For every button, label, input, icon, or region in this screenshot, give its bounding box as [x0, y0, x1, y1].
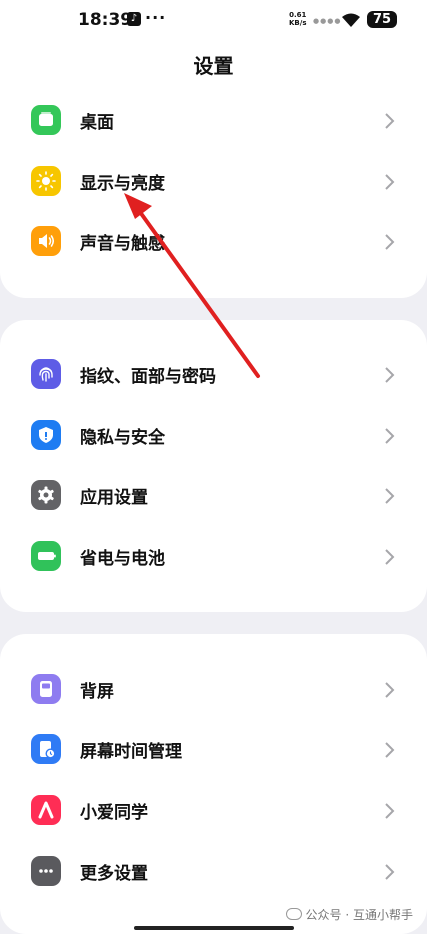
fingerprint-icon: [31, 359, 61, 389]
settings-item-desktop[interactable]: 桌面: [0, 93, 427, 149]
page-title: 设置: [193, 54, 234, 78]
settings-item-fingerprint-face-password[interactable]: 指纹、面部与密码: [0, 347, 427, 403]
sun-icon: [31, 166, 61, 196]
settings-group-2: 指纹、面部与密码 隐私与安全 应用设置 省电与电池: [0, 320, 427, 612]
settings-item-label: 屏幕时间管理: [80, 742, 182, 762]
more-notifications-icon: ···: [145, 8, 167, 27]
status-time: 18:39: [78, 10, 133, 30]
settings-item-label: 应用设置: [80, 488, 148, 508]
shield-icon: [31, 420, 61, 450]
settings-item-label: 省电与电池: [80, 549, 165, 569]
chevron-right-icon: [385, 864, 395, 880]
settings-screen: 18:39 ♪ ··· 0.61 KB/s ●●●● 75 设置 桌面 显示与亮…: [0, 0, 427, 934]
settings-item-label: 背屏: [80, 682, 114, 702]
settings-item-sound-haptics[interactable]: 声音与触感: [0, 214, 427, 270]
settings-item-more-settings[interactable]: 更多设置: [0, 844, 427, 900]
chevron-right-icon: [385, 174, 395, 190]
screen-time-icon: [31, 734, 61, 764]
settings-item-label: 桌面: [80, 113, 114, 133]
settings-item-screen-time[interactable]: 屏幕时间管理: [0, 722, 427, 778]
network-speed: 0.61 KB/s: [289, 11, 306, 27]
watermark: 公众号 · 互通小帮手: [285, 906, 413, 923]
desktop-icon: [31, 105, 61, 135]
settings-item-xiaoai[interactable]: 小爱同学: [0, 783, 427, 839]
network-speed-unit: KB/s: [289, 19, 307, 27]
settings-item-label: 更多设置: [80, 864, 148, 884]
settings-item-label: 指纹、面部与密码: [80, 367, 216, 387]
speaker-icon: [31, 226, 61, 256]
status-bar: 18:39 ♪ ··· 0.61 KB/s ●●●● 75: [0, 0, 427, 40]
network-speed-value: 0.61: [289, 11, 307, 19]
signal-icon: ●●●●: [313, 17, 342, 25]
settings-item-app-settings[interactable]: 应用设置: [0, 468, 427, 524]
chevron-right-icon: [385, 234, 395, 250]
chevron-right-icon: [385, 488, 395, 504]
home-indicator[interactable]: [134, 926, 294, 930]
tiktok-icon: ♪: [127, 12, 141, 26]
watermark-text: 公众号 · 互通小帮手: [305, 908, 413, 922]
chevron-right-icon: [385, 742, 395, 758]
wechat-icon: [285, 908, 302, 920]
settings-group-3: 背屏 屏幕时间管理 小爱同学 更多设置: [0, 634, 427, 934]
settings-item-back-screen[interactable]: 背屏: [0, 662, 427, 718]
chevron-right-icon: [385, 367, 395, 383]
chevron-right-icon: [385, 428, 395, 444]
gear-icon: [31, 480, 61, 510]
settings-item-label: 显示与亮度: [80, 174, 165, 194]
chevron-right-icon: [385, 803, 395, 819]
chevron-right-icon: [385, 682, 395, 698]
xiaoai-icon: [31, 795, 61, 825]
chevron-right-icon: [385, 549, 395, 565]
battery-icon: [31, 541, 61, 571]
more-icon: [31, 856, 61, 886]
settings-item-label: 隐私与安全: [80, 428, 165, 448]
settings-item-label: 声音与触感: [80, 234, 165, 254]
battery-level: 75: [367, 11, 397, 28]
chevron-right-icon: [385, 113, 395, 129]
back-screen-icon: [31, 674, 61, 704]
header: 设置: [0, 40, 427, 90]
settings-item-privacy-security[interactable]: 隐私与安全: [0, 408, 427, 464]
wifi-icon: [342, 13, 360, 27]
settings-group-1: 桌面 显示与亮度 声音与触感: [0, 88, 427, 298]
settings-item-label: 小爱同学: [80, 803, 148, 823]
settings-item-battery[interactable]: 省电与电池: [0, 529, 427, 585]
settings-item-display-brightness[interactable]: 显示与亮度: [0, 154, 427, 210]
